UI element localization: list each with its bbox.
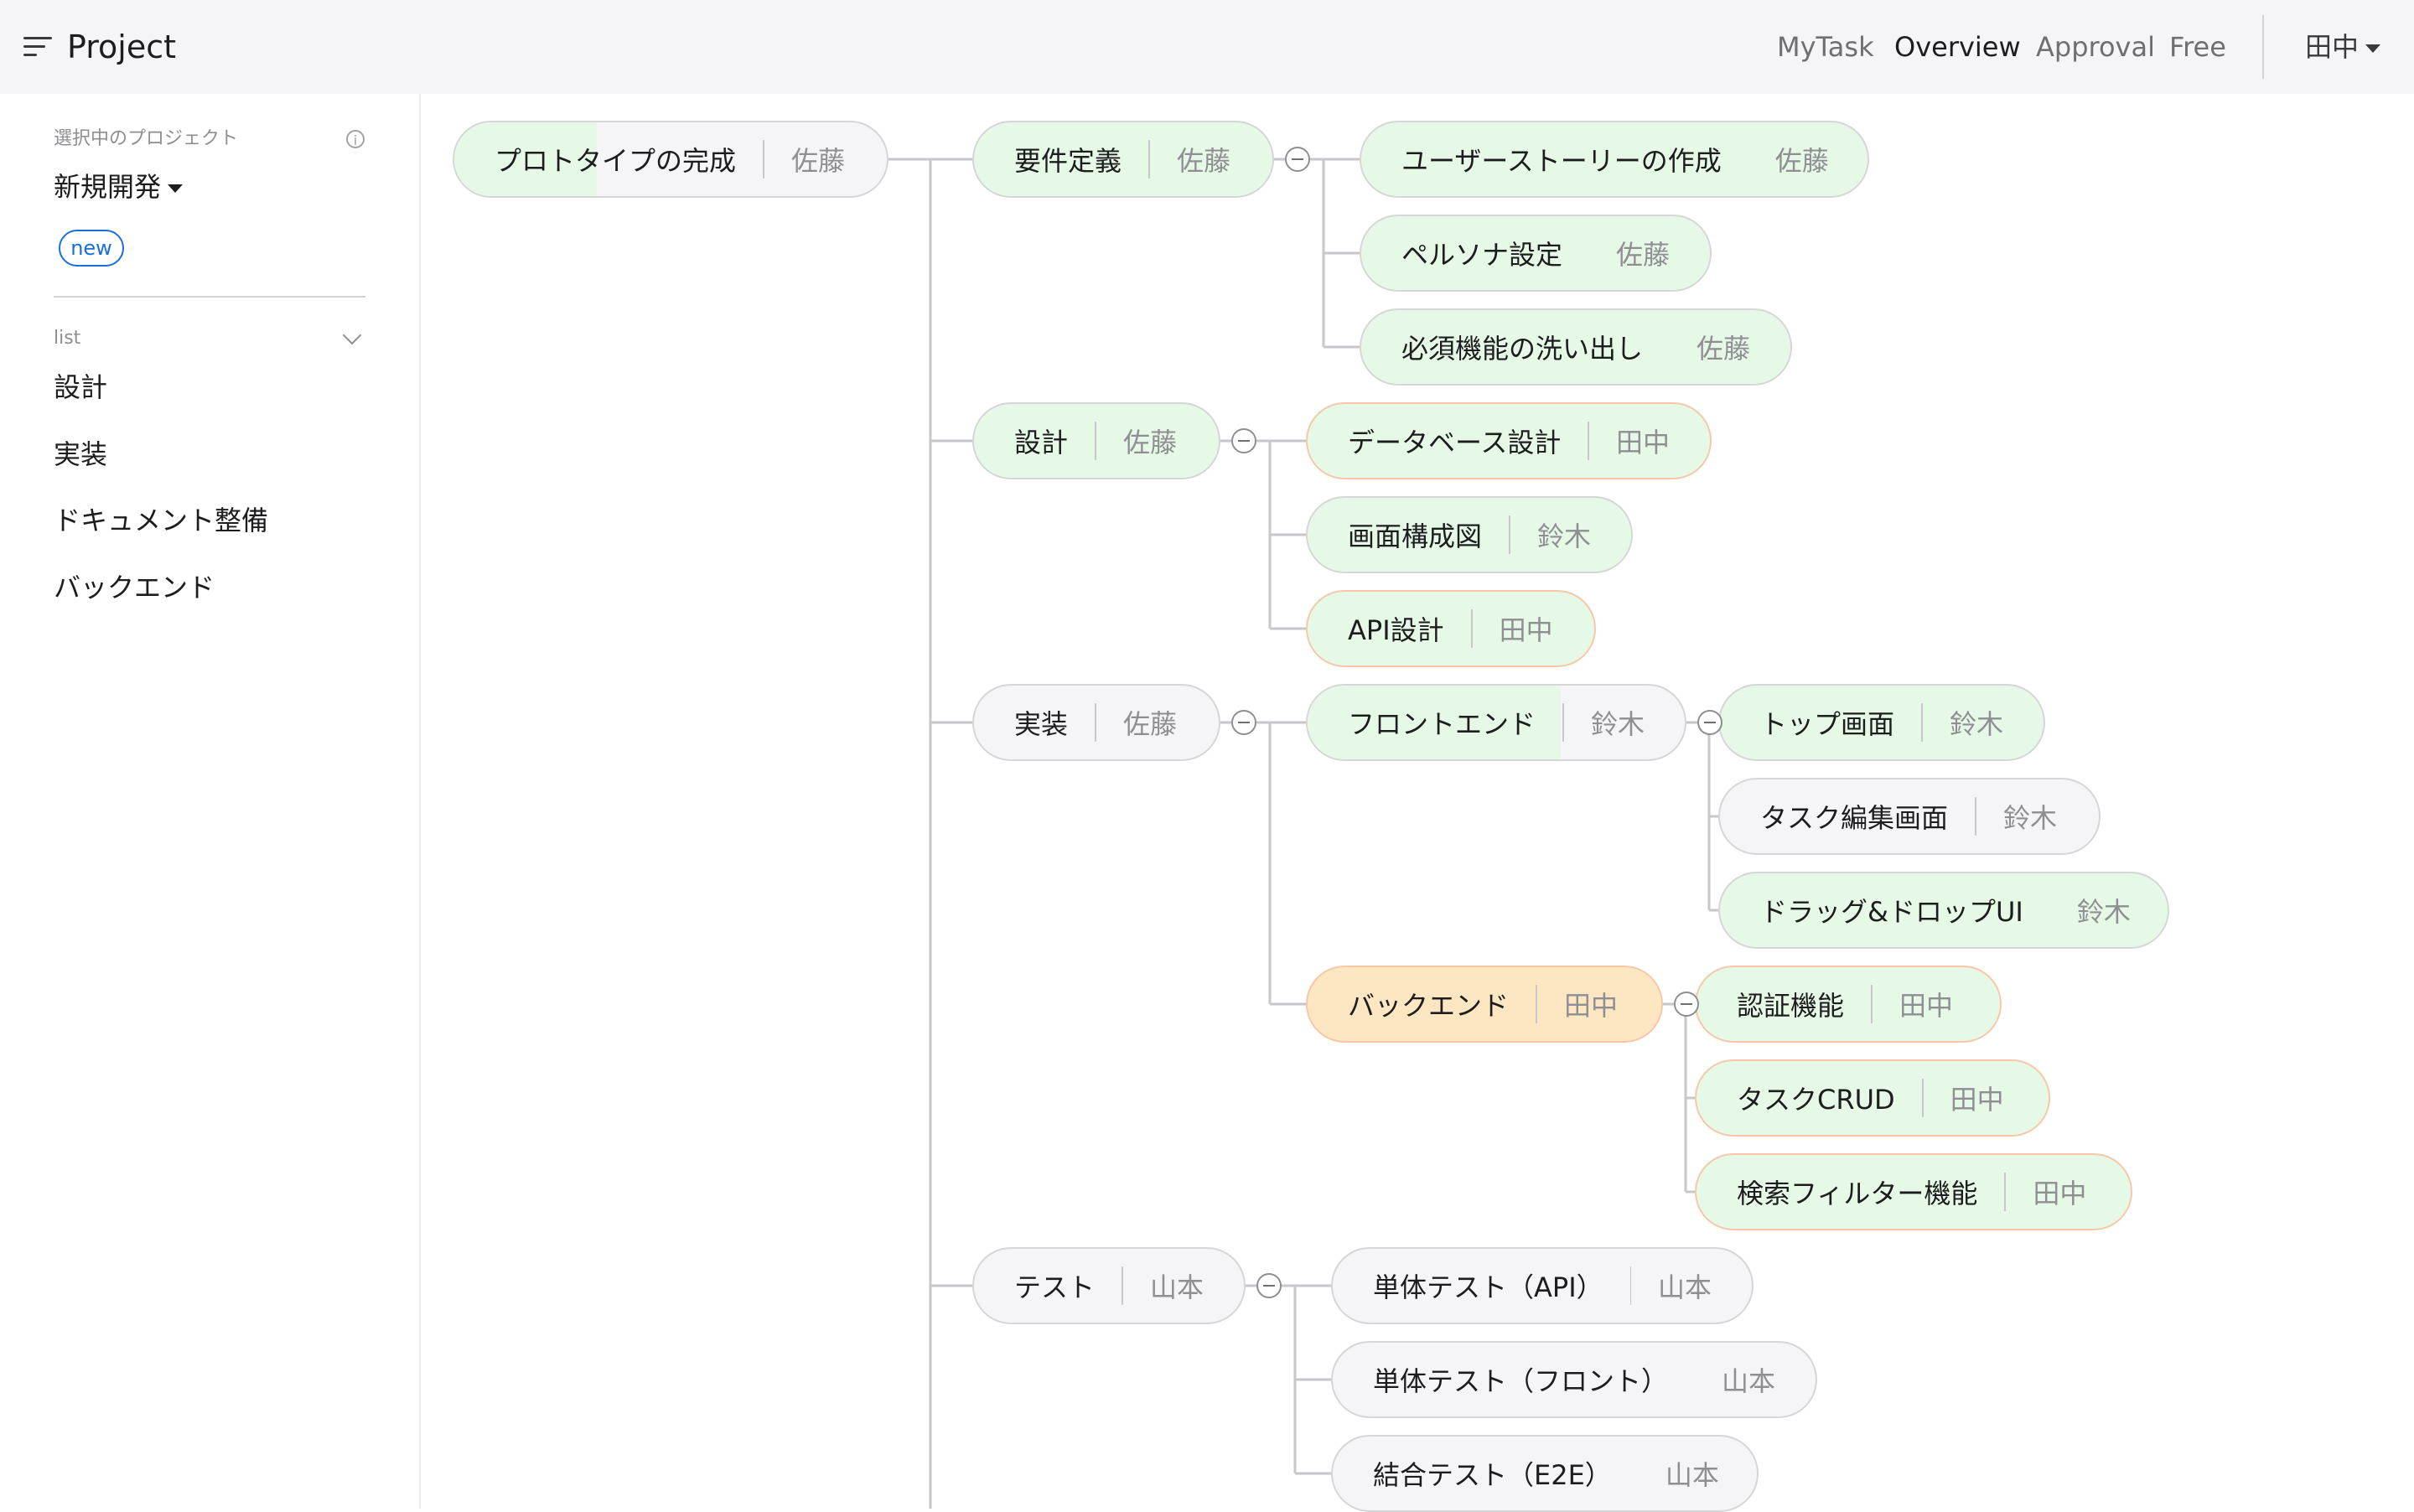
task-label: 単体テスト（API）: [1373, 1271, 1603, 1303]
task-owner: 佐藤: [1123, 708, 1178, 740]
info-icon[interactable]: i: [346, 130, 365, 148]
collapse-icon[interactable]: [1674, 992, 1699, 1017]
nav-overview[interactable]: Overview: [1894, 23, 2021, 70]
project-selector[interactable]: 新規開発: [54, 166, 184, 208]
nav-approval[interactable]: Approval: [2036, 23, 2155, 70]
task-owner: 田中: [1499, 614, 1553, 646]
task-label: 検索フィルター機能: [1737, 1178, 1978, 1209]
task-label: タスクCRUD: [1737, 1084, 1895, 1116]
task-label: バックエンド: [1348, 990, 1510, 1022]
selected-project-label: 選択中のプロジェクト: [54, 128, 239, 149]
nav-free[interactable]: Free: [2169, 23, 2226, 70]
task-owner: 鈴木: [1590, 708, 1645, 740]
new-badge[interactable]: new: [59, 230, 124, 267]
collapse-icon[interactable]: [1285, 147, 1310, 172]
sidebar-divider: [54, 296, 365, 298]
task-owner: 佐藤: [1177, 145, 1231, 177]
chevron-down-icon: [2365, 44, 2381, 53]
task-owner: 鈴木: [1949, 708, 2003, 740]
tree-node-10[interactable]: トップ画面 鈴木: [1718, 684, 2045, 761]
tree-node-18[interactable]: 単体テスト（API） 山本: [1331, 1247, 1754, 1324]
task-owner: 山本: [1665, 1459, 1719, 1491]
task-owner: 佐藤: [791, 145, 846, 177]
sidebar-item-design[interactable]: 設計: [54, 366, 107, 408]
task-label: ペルソナ設定: [1401, 239, 1563, 271]
task-owner: 佐藤: [1123, 427, 1178, 458]
task-owner: 佐藤: [1697, 333, 1751, 365]
task-owner: 山本: [1657, 1271, 1712, 1303]
task-owner: 鈴木: [2003, 802, 2058, 834]
task-owner: 山本: [1722, 1365, 1776, 1397]
chevron-down-icon: [168, 184, 184, 193]
collapse-icon[interactable]: [1697, 710, 1722, 735]
task-owner: 山本: [1149, 1271, 1204, 1303]
tree-node-7[interactable]: API設計 田中: [1306, 590, 1596, 667]
task-label: フロントエンド: [1348, 708, 1536, 740]
collapse-icon[interactable]: [1256, 1273, 1282, 1298]
task-label: 単体テスト（フロント）: [1373, 1365, 1669, 1397]
user-menu[interactable]: 田中: [2305, 23, 2381, 70]
task-label: 要件定義: [1014, 145, 1122, 177]
tree-node-17[interactable]: テスト 山本: [972, 1247, 1246, 1324]
sidebar: [0, 94, 421, 1509]
tree-node-9[interactable]: フロントエンド 鈴木: [1306, 684, 1686, 761]
tree-node-19[interactable]: 単体テスト（フロント） 山本: [1331, 1341, 1817, 1418]
top-bar: Project MyTask Overview Approval Free 田中: [0, 0, 2414, 94]
tree-node-5[interactable]: データベース設計 田中: [1306, 402, 1712, 479]
task-label: 必須機能の洗い出し: [1401, 333, 1644, 365]
tree-node-6[interactable]: 画面構成図 鈴木: [1306, 496, 1633, 573]
task-label: 設計: [1014, 427, 1069, 458]
collapse-icon[interactable]: [1231, 428, 1256, 453]
user-name: 田中: [2305, 31, 2360, 63]
task-owner: 鈴木: [2076, 896, 2131, 928]
sidebar-item-documentation[interactable]: ドキュメント整備: [54, 500, 268, 541]
menu-icon[interactable]: [23, 37, 52, 57]
task-owner: 田中: [1564, 990, 1619, 1022]
task-owner: 田中: [2033, 1178, 2087, 1209]
task-owner: 田中: [1950, 1084, 2004, 1116]
nav-mytask[interactable]: MyTask: [1777, 23, 1874, 70]
collapse-icon[interactable]: [1231, 710, 1256, 735]
task-label: データベース設計: [1348, 427, 1562, 458]
tree-node-11[interactable]: タスク編集画面 鈴木: [1718, 778, 2101, 855]
app-title: Project: [67, 28, 177, 65]
project-name: 新規開発: [54, 171, 162, 203]
task-owner: 鈴木: [1536, 520, 1591, 552]
task-label: 認証機能: [1737, 990, 1845, 1022]
tree-node-0[interactable]: 要件定義 佐藤: [972, 121, 1274, 198]
list-label: list: [54, 328, 81, 349]
task-label: API設計: [1348, 614, 1444, 646]
tree-node-2[interactable]: ペルソナ設定 佐藤: [1360, 215, 1712, 292]
task-label: プロトタイプの完成: [495, 145, 737, 177]
tree-node-8[interactable]: 実装 佐藤: [972, 684, 1220, 761]
tree-node-4[interactable]: 設計 佐藤: [972, 402, 1220, 479]
header-divider: [2262, 15, 2264, 79]
tree-node-20[interactable]: 結合テスト（E2E） 山本: [1331, 1435, 1759, 1512]
tree-node-3[interactable]: 必須機能の洗い出し 佐藤: [1360, 308, 1792, 386]
task-label: 実装: [1014, 708, 1069, 740]
task-label: 画面構成図: [1348, 520, 1483, 552]
tree-node-root[interactable]: プロトタイプの完成 佐藤: [453, 121, 888, 198]
tree-node-12[interactable]: ドラッグ&ドロップUI 鈴木: [1718, 872, 2169, 949]
task-label: 結合テスト（E2E）: [1373, 1459, 1612, 1491]
task-label: タスク編集画面: [1760, 802, 1949, 834]
tree-node-15[interactable]: タスクCRUD 田中: [1695, 1059, 2050, 1137]
task-label: テスト: [1014, 1271, 1096, 1303]
tree-node-14[interactable]: 認証機能 田中: [1695, 966, 2002, 1043]
task-label: ドラッグ&ドロップUI: [1760, 896, 2023, 928]
sidebar-item-implementation[interactable]: 実装: [54, 433, 107, 475]
task-owner: 田中: [1899, 990, 1954, 1022]
task-tree: プロトタイプの完成 佐藤 要件定義 佐藤 ユーザーストーリーの作成 佐藤 ペルソナ設定 佐藤必…: [421, 94, 2414, 1512]
tree-node-13[interactable]: バックエンド 田中: [1306, 966, 1663, 1043]
sidebar-item-backend[interactable]: バックエンド: [54, 567, 215, 608]
task-owner: 田中: [1615, 427, 1670, 458]
task-label: ユーザーストーリーの作成: [1401, 145, 1722, 177]
task-owner: 佐藤: [1774, 145, 1829, 177]
tree-node-1[interactable]: ユーザーストーリーの作成 佐藤: [1360, 121, 1869, 198]
tree-node-16[interactable]: 検索フィルター機能 田中: [1695, 1153, 2132, 1230]
task-owner: 佐藤: [1616, 239, 1671, 271]
task-label: トップ画面: [1760, 708, 1895, 740]
